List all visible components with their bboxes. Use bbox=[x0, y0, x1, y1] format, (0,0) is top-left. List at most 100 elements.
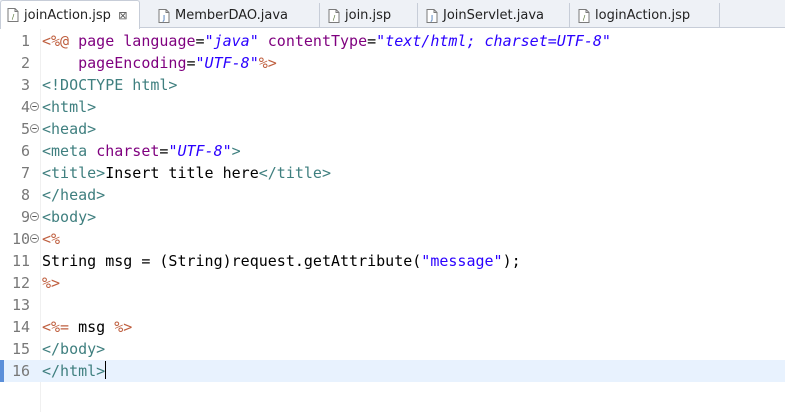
tab-label: JoinServlet.java bbox=[443, 8, 545, 23]
code-text[interactable]: <body> bbox=[42, 206, 96, 228]
fold-collapse-icon[interactable] bbox=[30, 234, 39, 243]
java-file-icon: J bbox=[426, 8, 438, 23]
svg-text:J: J bbox=[430, 14, 433, 22]
code-token-tag: <body> bbox=[42, 208, 97, 226]
code-line[interactable]: 16 </html> bbox=[0, 360, 785, 382]
code-text[interactable]: <meta charset="UTF-8"> bbox=[42, 140, 241, 162]
jsp-file-icon: / bbox=[7, 8, 19, 22]
code-token-txt: ); bbox=[502, 252, 521, 270]
code-token-txt: = bbox=[186, 54, 196, 72]
code-line[interactable]: 5 <head> bbox=[0, 118, 785, 140]
tab-joinservlet-java[interactable]: J JoinServlet.java bbox=[418, 3, 570, 28]
code-token-jsp: <%= bbox=[42, 318, 79, 336]
tab-label: join.jsp bbox=[345, 8, 392, 23]
code-line[interactable]: 7 <title>Insert title here</title> bbox=[0, 162, 785, 184]
code-token-txt: = bbox=[367, 32, 377, 50]
code-text[interactable]: </head> bbox=[42, 184, 105, 206]
code-line[interactable]: 10 <% bbox=[0, 228, 785, 250]
fold-collapse-icon[interactable] bbox=[30, 212, 39, 221]
code-line[interactable]: 15 </body> bbox=[0, 338, 785, 360]
code-token-jsp: %> bbox=[42, 274, 61, 292]
code-line[interactable]: 6 <meta charset="UTF-8"> bbox=[0, 140, 785, 162]
code-token-tag: </body> bbox=[42, 340, 106, 358]
line-number: 11 bbox=[11, 252, 30, 270]
tab-loginaction-jsp[interactable]: / loginAction.jsp bbox=[570, 3, 720, 28]
code-line[interactable]: 4 <html> bbox=[0, 96, 785, 118]
code-text[interactable]: <%@ page language="java" contentType="te… bbox=[42, 30, 611, 52]
code-text[interactable]: </html> bbox=[42, 360, 107, 382]
tab-label: loginAction.jsp bbox=[595, 8, 691, 23]
code-text[interactable]: %> bbox=[42, 272, 60, 294]
close-tab-icon[interactable]: ⊠ bbox=[117, 10, 129, 21]
text-caret bbox=[105, 361, 107, 379]
line-number: 10 bbox=[11, 230, 30, 248]
line-number: 16 bbox=[11, 362, 30, 380]
line-number: 7 bbox=[20, 164, 30, 182]
line-number: 4 bbox=[20, 98, 30, 116]
line-number: 15 bbox=[11, 340, 30, 358]
code-token-tag: <meta bbox=[42, 142, 97, 160]
editor-tab-bar: / joinAction.jsp ⊠ J MemberDAO.java / jo… bbox=[0, 0, 785, 29]
tab-label: MemberDAO.java bbox=[175, 8, 288, 23]
code-line[interactable]: 8 </head> bbox=[0, 184, 785, 206]
code-token-val: "text/html; charset=UTF-8" bbox=[376, 32, 611, 50]
code-token-attr: charset bbox=[96, 142, 160, 160]
code-token-txt: = bbox=[195, 32, 205, 50]
code-token-val: "java" bbox=[204, 32, 259, 50]
code-token-tag: > bbox=[231, 142, 241, 160]
code-token-tag: <html> bbox=[42, 98, 97, 116]
tab-label: joinAction.jsp bbox=[24, 7, 111, 23]
code-text[interactable]: String msg = (String)request.getAttribut… bbox=[42, 250, 521, 272]
code-line[interactable]: 12 %> bbox=[0, 272, 785, 294]
code-line[interactable]: 2 pageEncoding="UTF-8"%> bbox=[0, 52, 785, 74]
code-text[interactable]: <head> bbox=[42, 118, 96, 140]
code-line[interactable]: 9 <body> bbox=[0, 206, 785, 228]
code-text[interactable]: <!DOCTYPE html> bbox=[42, 74, 177, 96]
line-number: 9 bbox=[20, 208, 30, 226]
line-number: 8 bbox=[20, 186, 30, 204]
code-token-attr: language bbox=[123, 32, 196, 50]
code-editor[interactable]: 1 <%@ page language="java" contentType="t… bbox=[0, 28, 785, 412]
code-token-jsp: <%@ bbox=[42, 32, 79, 50]
code-line[interactable]: 14 <%= msg %> bbox=[0, 316, 785, 338]
line-number: 6 bbox=[20, 142, 30, 160]
tab-join-jsp[interactable]: / join.jsp bbox=[320, 3, 418, 28]
java-file-icon: J bbox=[158, 8, 170, 23]
code-token-attr: page bbox=[78, 32, 124, 50]
code-token-str: "message" bbox=[421, 252, 503, 270]
fold-collapse-icon[interactable] bbox=[30, 102, 39, 111]
line-number: 14 bbox=[11, 318, 30, 336]
code-token-tag: <!DOCTYPE html> bbox=[42, 76, 178, 94]
code-line[interactable]: 13 bbox=[0, 294, 785, 316]
tab-joinaction-jsp[interactable]: / joinAction.jsp ⊠ bbox=[0, 0, 140, 29]
code-token-val: "UTF-8" bbox=[195, 54, 259, 72]
code-text[interactable]: pageEncoding="UTF-8"%> bbox=[42, 52, 277, 74]
code-token-attr: contentType bbox=[267, 32, 368, 50]
fold-collapse-icon[interactable] bbox=[30, 124, 39, 133]
code-token-tag: </head> bbox=[42, 186, 106, 204]
code-token-jsp: %> bbox=[114, 318, 133, 336]
svg-text:J: J bbox=[162, 14, 165, 22]
code-token-val: "UTF-8" bbox=[168, 142, 232, 160]
code-token-jsp: %> bbox=[258, 54, 277, 72]
code-text[interactable]: <%= msg %> bbox=[42, 316, 132, 338]
jsp-file-icon: / bbox=[328, 8, 340, 23]
code-text[interactable]: <title>Insert title here</title> bbox=[42, 162, 331, 184]
code-line[interactable]: 1 <%@ page language="java" contentType="t… bbox=[0, 30, 785, 52]
line-number: 2 bbox=[20, 54, 30, 72]
eclipse-editor-window: / joinAction.jsp ⊠ J MemberDAO.java / jo… bbox=[0, 0, 785, 412]
code-token-tag: <title> bbox=[42, 164, 106, 182]
line-number: 12 bbox=[11, 274, 30, 292]
tab-memberdao-java[interactable]: J MemberDAO.java bbox=[142, 3, 320, 28]
code-token-txt: Insert title here bbox=[105, 164, 259, 182]
code-line[interactable]: 11 String msg = (String)request.getAttrib… bbox=[0, 250, 785, 272]
code-line[interactable]: 3 <!DOCTYPE html> bbox=[0, 74, 785, 96]
code-token-jsp: <% bbox=[42, 230, 61, 248]
code-token-txt: msg bbox=[78, 318, 115, 336]
code-token-attr: pageEncoding bbox=[78, 54, 187, 72]
code-text[interactable]: </body> bbox=[42, 338, 105, 360]
code-text[interactable]: <html> bbox=[42, 96, 96, 118]
code-text[interactable]: <% bbox=[42, 228, 60, 250]
